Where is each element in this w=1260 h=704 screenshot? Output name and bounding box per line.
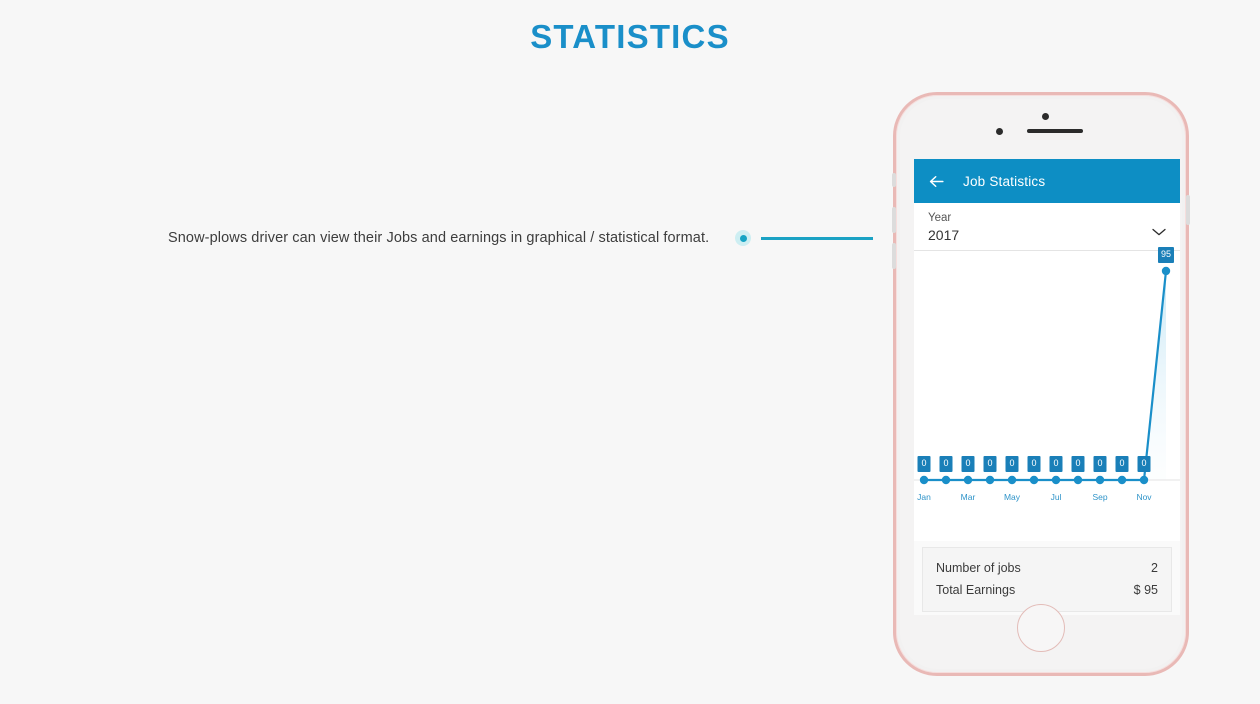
chart-point-label: 0 (1093, 456, 1107, 472)
front-camera-icon (1042, 113, 1049, 120)
chart-point[interactable] (1051, 475, 1061, 485)
summary-label: Total Earnings (936, 583, 1016, 597)
earpiece-speaker-icon (1027, 129, 1083, 133)
job-statistics-chart: 0 0 0 0 0 0 0 0 0 0 0 95 Jan Mar May Jul Sep Nov (914, 247, 1180, 541)
app-bar: Job Statistics (914, 159, 1180, 203)
chart-point[interactable] (985, 475, 995, 485)
summary-label: Number of jobs (936, 561, 1021, 575)
summary-value: 2 (1151, 561, 1158, 575)
phone-body: Job Statistics Year 2017 0 0 0 0 0 0 0 0… (900, 99, 1182, 669)
chart-point-label: 0 (1005, 456, 1019, 472)
chart-point-label: 0 (1071, 456, 1085, 472)
chart-point[interactable] (941, 475, 951, 485)
callout-row: Snow-plows driver can view their Jobs an… (168, 230, 874, 246)
chart-point-label: 0 (1137, 456, 1151, 472)
chart-point[interactable] (963, 475, 973, 485)
year-label: Year (928, 212, 952, 224)
chevron-down-icon[interactable] (1151, 227, 1167, 237)
chart-x-tick-label: Jul (1050, 492, 1062, 502)
chart-x-tick-label: Nov (1136, 492, 1152, 502)
chart-x-tick-label: Sep (1092, 492, 1108, 502)
app-bar-title: Job Statistics (963, 173, 1046, 189)
chart-point-label: 0 (1027, 456, 1041, 472)
chart-point-label: 0 (1049, 456, 1063, 472)
year-select[interactable]: Year 2017 (914, 203, 1180, 251)
chart-x-tick-label: Mar (960, 492, 976, 502)
callout-text: Snow-plows driver can view their Jobs an… (168, 230, 710, 246)
chart-x-tick-label: Jan (917, 492, 931, 502)
connector-line (761, 236, 874, 240)
summary-row: Total Earnings $ 95 (936, 579, 1158, 601)
chart-point[interactable] (1007, 475, 1017, 485)
summary-card: Number of jobs 2 Total Earnings $ 95 (922, 547, 1172, 612)
proximity-sensor-icon (996, 128, 1003, 135)
year-value: 2017 (928, 227, 960, 243)
chart-point-label: 0 (983, 456, 997, 472)
chart-point[interactable] (1029, 475, 1039, 485)
chart-point-label: 0 (1115, 456, 1129, 472)
chart-point-label: 0 (939, 456, 953, 472)
chart-point[interactable] (1139, 475, 1149, 485)
chart-point-label: 0 (917, 456, 931, 472)
summary-row: Number of jobs 2 (936, 557, 1158, 579)
chart-point[interactable] (1117, 475, 1127, 485)
back-arrow-icon[interactable] (927, 172, 946, 191)
home-button-icon[interactable] (1017, 604, 1065, 652)
volume-down-button[interactable] (892, 243, 896, 269)
phone-mockup: Job Statistics Year 2017 0 0 0 0 0 0 0 0… (892, 92, 1190, 676)
chart-point[interactable] (1073, 475, 1083, 485)
chart-point[interactable] (1161, 266, 1171, 276)
chart-area-fill (924, 271, 1166, 480)
chart-line (924, 270, 1168, 482)
chart-point[interactable] (919, 475, 929, 485)
power-button[interactable] (1186, 195, 1190, 225)
chart-point-label: 95 (1157, 247, 1175, 263)
volume-up-button[interactable] (892, 207, 896, 233)
bullet-dot-icon (735, 230, 752, 246)
silent-switch[interactable] (892, 173, 896, 187)
chart-x-tick-label: May (1003, 492, 1021, 502)
phone-screen: Job Statistics Year 2017 0 0 0 0 0 0 0 0… (914, 159, 1180, 615)
page-title: STATISTICS (530, 18, 730, 55)
chart-point[interactable] (1095, 475, 1105, 485)
summary-value: $ 95 (1133, 583, 1158, 597)
chart-point-label: 0 (961, 456, 975, 472)
